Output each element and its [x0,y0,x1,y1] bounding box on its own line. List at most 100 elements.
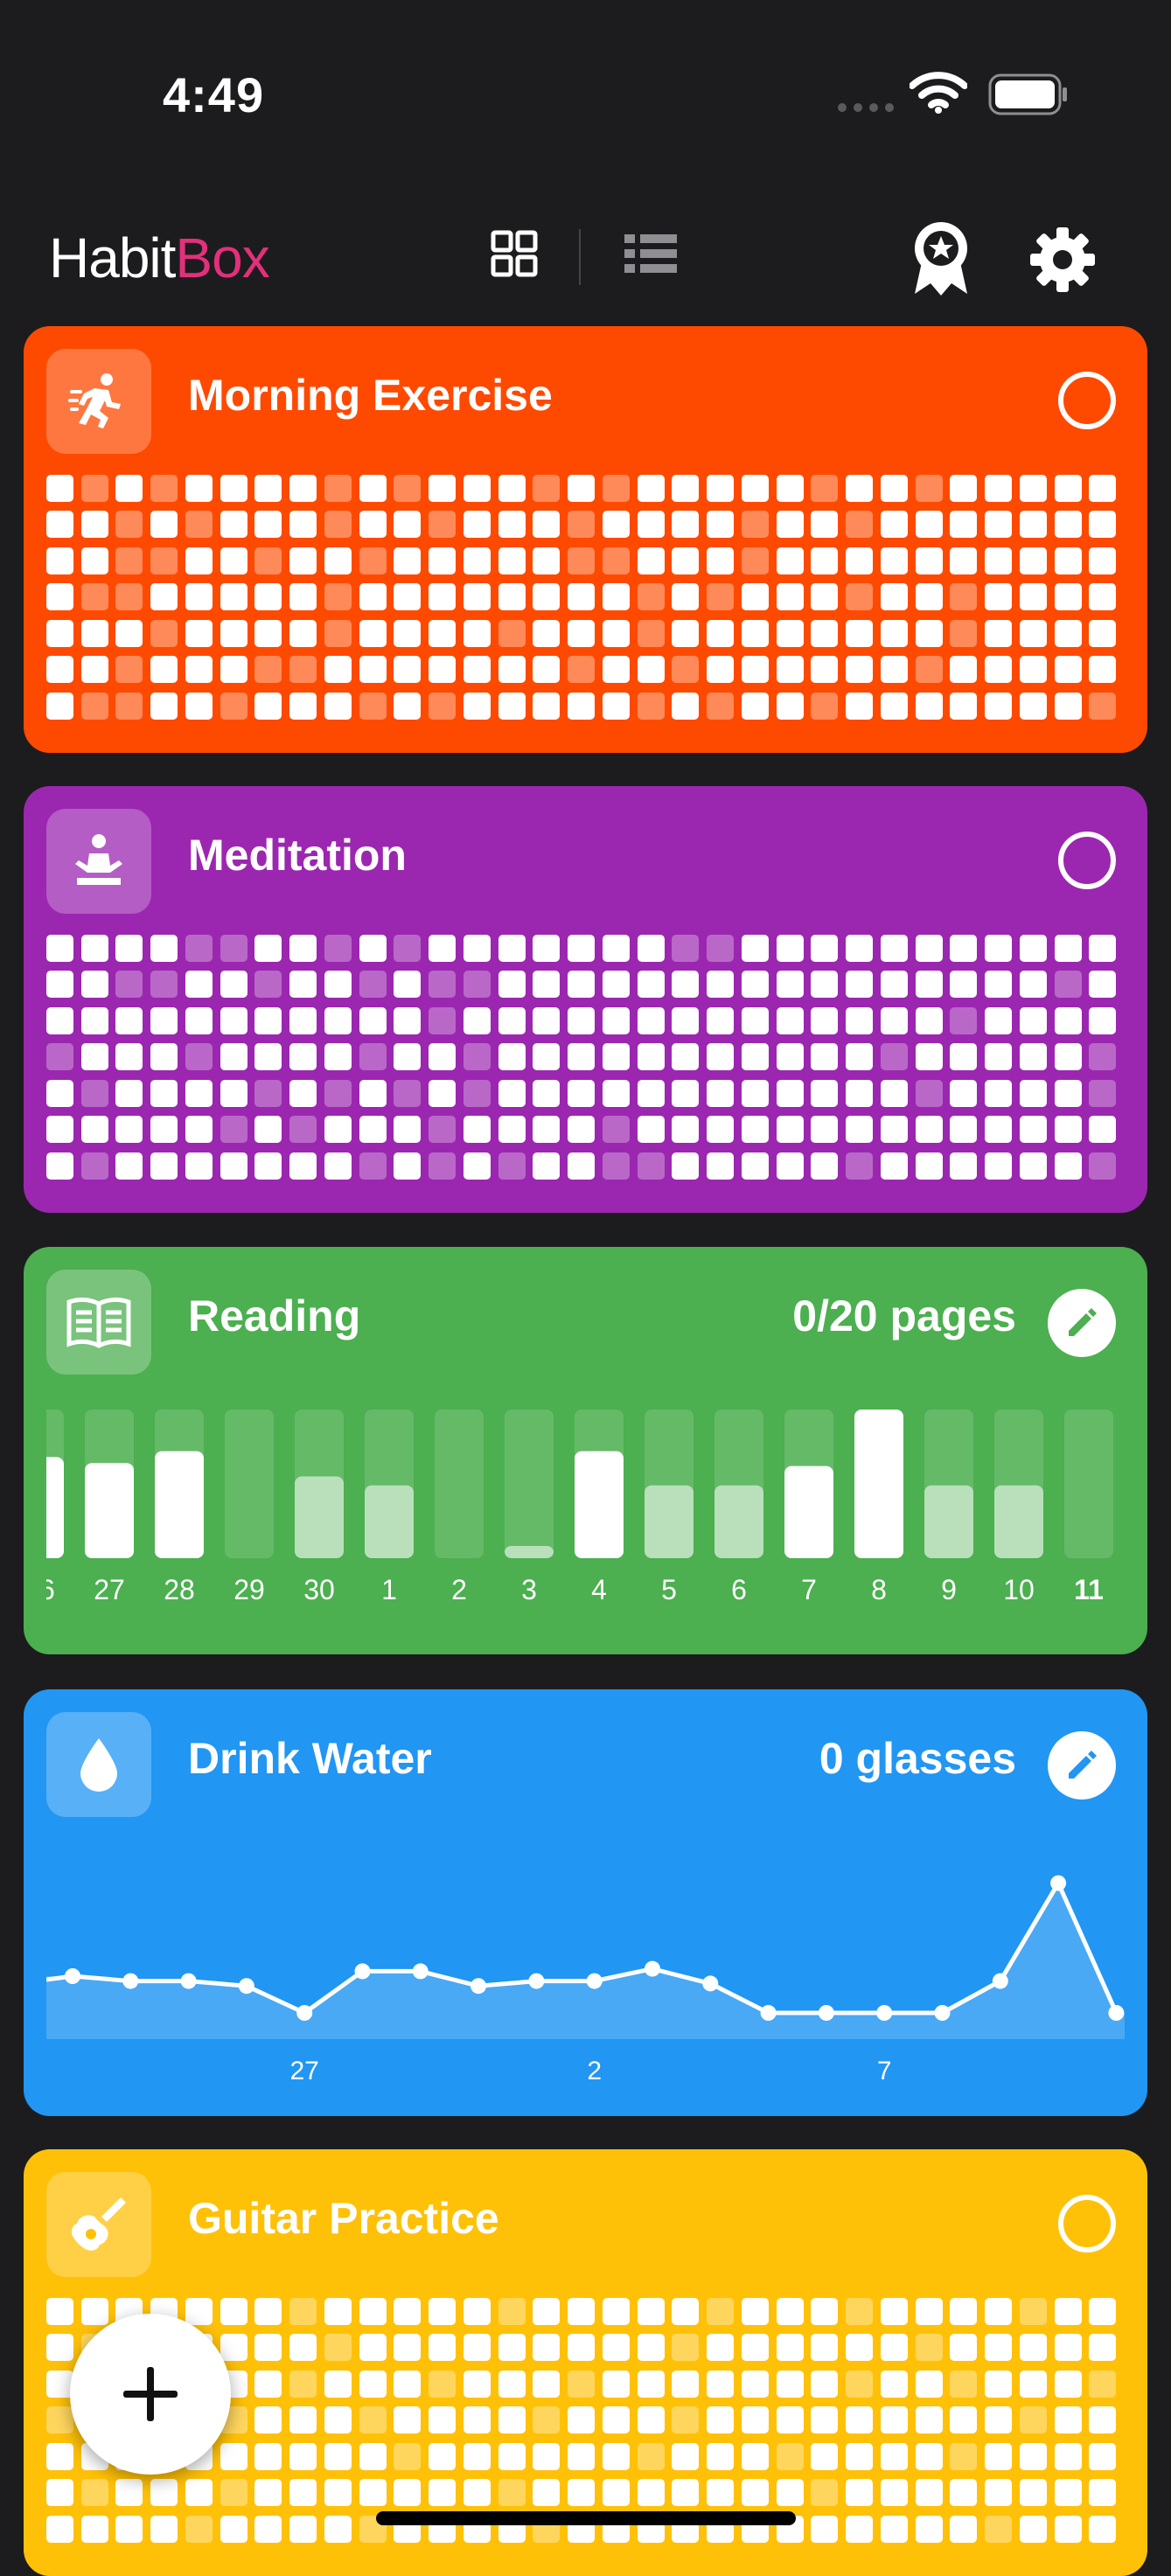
day-cell [707,619,735,647]
reading-bar [854,1410,903,1558]
water-point [296,2005,313,2021]
day-cell [115,1006,143,1034]
day-cell [324,1152,352,1180]
day-label: 26 [46,1574,55,1605]
day-cell [289,1116,317,1144]
day-cell [1089,656,1117,684]
day-cell [254,2334,282,2362]
day-cell [811,511,839,539]
day-cell [324,1006,352,1034]
day-cell [880,2406,908,2434]
day-cell [1019,1152,1047,1180]
award-icon[interactable] [910,219,972,297]
day-cell [707,547,735,574]
day-cell [533,2334,561,2362]
day-cell [915,619,943,647]
bar-track [1064,1410,1113,1558]
day-cell [220,2334,247,2362]
day-cell [846,1152,874,1180]
day-cell [950,2298,978,2325]
day-cell [498,619,526,647]
day-cell [533,583,561,611]
edit-button[interactable] [1048,1289,1116,1357]
day-cell [150,619,178,647]
day-cell [846,935,874,962]
day-cell [254,2298,282,2325]
day-cell [880,2334,908,2362]
habit-card-meditation[interactable]: Meditation [24,786,1147,1213]
add-habit-button[interactable] [70,2314,231,2475]
day-cell [915,1079,943,1107]
day-cell [533,475,561,502]
day-cell [602,1006,630,1034]
day-cell [1019,547,1047,574]
day-cell [637,1079,665,1107]
day-cell [741,2370,769,2398]
day-cell [811,2334,839,2362]
day-cell [1054,2298,1082,2325]
day-cell [880,2442,908,2470]
day-cell [915,935,943,962]
day-cell [1089,2479,1117,2507]
day-cell [80,1006,108,1034]
day-cell [185,1079,213,1107]
habit-grid [46,475,1124,728]
water-point [1050,1875,1067,1891]
habit-card-reading[interactable]: Reading 0/20 pages 26 27 28 29 30 1 2 3 4 5 6 7 8 9 10… [24,1247,1147,1654]
list-view-icon[interactable] [623,229,679,278]
day-cell [220,1043,247,1071]
settings-gear-icon[interactable] [1028,226,1097,294]
day-cell [672,583,700,611]
day-cell [602,1079,630,1107]
day-cell [846,547,874,574]
day-cell [533,2298,561,2325]
habit-card-morning-exercise[interactable]: Morning Exercise [24,326,1147,753]
day-cell [254,2515,282,2543]
complete-checkbox[interactable] [1058,2195,1116,2252]
day-cell [602,2406,630,2434]
day-cell [707,2298,735,2325]
day-cell [463,475,491,502]
day-cell [254,2479,282,2507]
day-cell [254,619,282,647]
day-cell [741,656,769,684]
day-cell [289,619,317,647]
habit-card-drink-water[interactable]: Drink Water 0 glasses 27 2 7 [24,1689,1147,2116]
day-cell [637,511,665,539]
edit-button[interactable] [1048,1731,1116,1800]
day-cell [394,619,422,647]
book-icon [46,1270,151,1375]
day-cell [741,1152,769,1180]
day-cell [1089,935,1117,962]
day-cell [637,1116,665,1144]
day-cell [359,971,387,999]
day-cell [46,2406,73,2434]
day-cell [46,1152,73,1180]
day-cell [707,692,735,720]
day-cell [80,475,108,502]
day-cell [880,583,908,611]
day-cell [289,971,317,999]
grid-view-icon[interactable] [490,229,539,278]
day-label: 4 [591,1574,607,1605]
day-cell [602,1152,630,1180]
day-cell [429,935,457,962]
day-cell [498,547,526,574]
day-cell [115,2479,143,2507]
complete-checkbox[interactable] [1058,832,1116,889]
day-cell [672,971,700,999]
day-cell [707,656,735,684]
reading-bar [714,1485,763,1558]
day-cell [1089,971,1117,999]
day-cell [985,2370,1013,2398]
complete-checkbox[interactable] [1058,372,1116,429]
day-cell [568,2298,596,2325]
day-cell [463,2442,491,2470]
x-tick-label: 2 [587,2057,602,2085]
day-cell [915,692,943,720]
day-cell [394,1116,422,1144]
day-cell [950,2334,978,2362]
day-cell [80,692,108,720]
day-cell [533,2479,561,2507]
day-cell [915,2298,943,2325]
